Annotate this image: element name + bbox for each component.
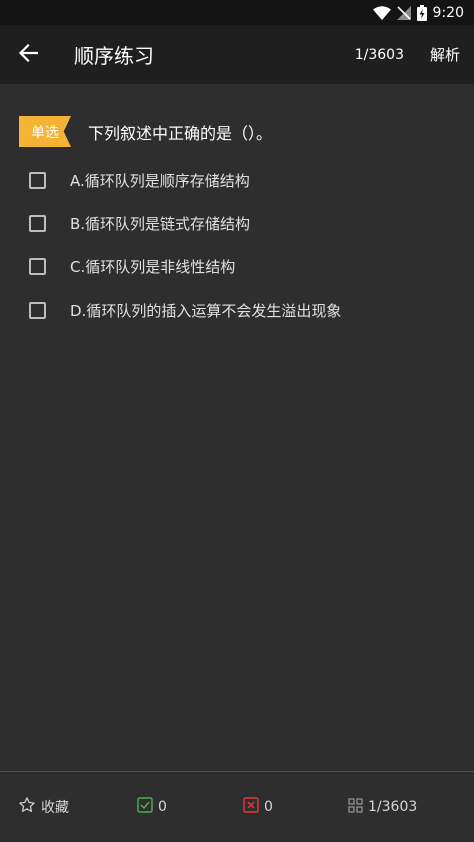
status-time: 9:20 [432,4,464,21]
star-icon [18,796,36,818]
wifi-icon [372,5,391,20]
question-grid-button[interactable]: 1/3603 [348,772,417,842]
question-text: 下列叙述中正确的是（）。 [88,124,273,143]
option-a-checkbox[interactable] [29,171,46,189]
check-square-icon [137,797,153,817]
app-bar: 顺序练习 1/3603 解析 [0,25,474,84]
favorite-label: 收藏 [41,800,69,816]
page-title: 顺序练习 [74,44,154,68]
arrow-left-icon [18,43,39,66]
question-type-label: 单选 [31,124,59,141]
option-b-checkbox[interactable] [29,214,46,232]
grid-icon [348,797,363,817]
correct-counter: 0 [137,772,167,842]
question-header: 单选 下列叙述中正确的是（）。 [0,116,474,148]
option-a[interactable]: A.循环队列是顺序存储结构 [0,162,474,198]
option-a-label: A.循环队列是顺序存储结构 [70,171,250,190]
option-d[interactable]: D.循环队列的插入运算不会发生溢出现象 [0,292,474,328]
option-b[interactable]: B.循环队列是链式存储结构 [0,205,474,241]
option-b-label: B.循环队列是链式存储结构 [70,214,251,233]
option-c-label: C.循环队列是非线性结构 [70,257,236,276]
correct-count: 0 [158,799,167,815]
x-square-icon [243,797,259,817]
option-d-checkbox[interactable] [29,301,46,319]
battery-icon [416,4,427,21]
question-type-badge: 单选 [19,116,71,147]
no-signal-icon [396,5,411,20]
option-c[interactable]: C.循环队列是非线性结构 [0,248,474,284]
bottom-bar: 收藏 0 0 1/3603 [0,771,474,841]
favorite-button[interactable]: 收藏 [18,772,69,842]
wrong-count: 0 [264,799,273,815]
status-bar: 9:20 [0,0,474,25]
analysis-button[interactable]: 解析 [430,44,460,65]
wrong-counter: 0 [243,772,273,842]
option-d-label: D.循环队列的插入运算不会发生溢出现象 [70,301,342,320]
option-c-checkbox[interactable] [29,257,46,275]
back-button[interactable] [0,25,58,84]
position-label: 1/3603 [368,799,418,815]
question-progress: 1/3603 [354,46,404,63]
